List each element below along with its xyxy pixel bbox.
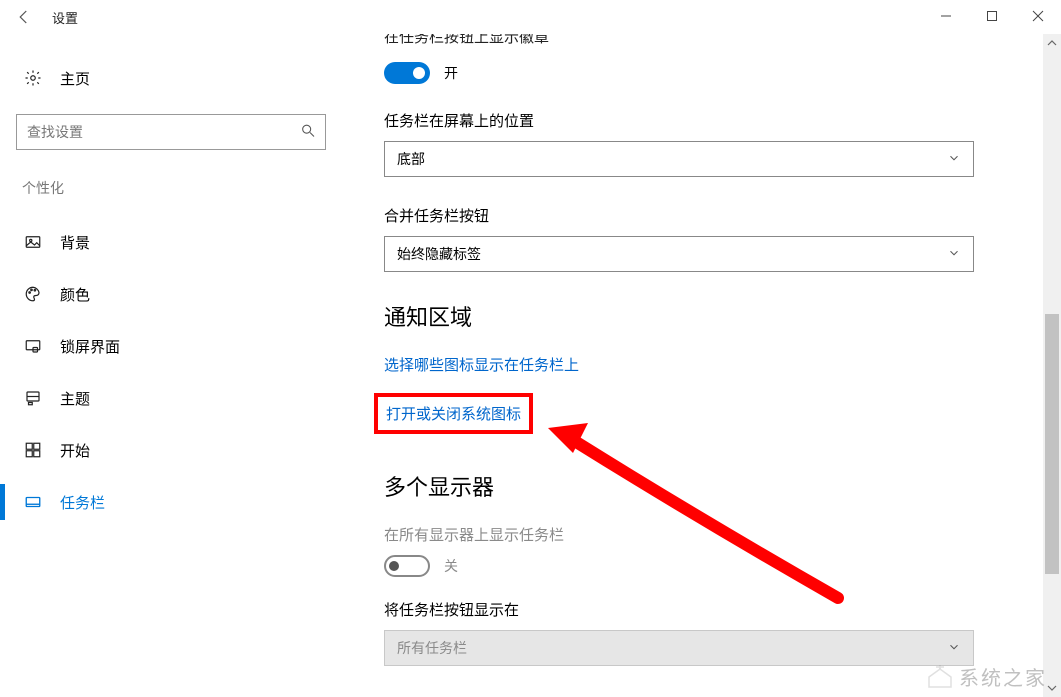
sidebar-home-label: 主页 (60, 68, 90, 89)
label-combine-buttons: 合并任务栏按钮 (384, 205, 952, 226)
window-controls (923, 0, 1061, 32)
sidebar-item-label: 主题 (60, 388, 90, 409)
sidebar-item-label: 背景 (60, 232, 90, 253)
setting-label-badges: 在任务栏按钮上显示徽章 (384, 34, 952, 44)
close-button[interactable] (1015, 0, 1061, 32)
chevron-down-icon (947, 640, 961, 657)
palette-icon (22, 285, 44, 303)
select-value: 始终隐藏标签 (397, 244, 481, 264)
select-combine-buttons[interactable]: 始终隐藏标签 (384, 236, 974, 272)
select-taskbar-position[interactable]: 底部 (384, 141, 974, 177)
search-icon (300, 123, 316, 142)
sidebar-item-start[interactable]: 开始 (16, 424, 326, 476)
gear-icon (22, 69, 44, 87)
link-system-icons[interactable]: 打开或关闭系统图标 (386, 403, 521, 424)
label-show-on-all-displays: 在所有显示器上显示任务栏 (384, 524, 952, 545)
start-icon (22, 441, 44, 459)
window-titlebar: 设置 (0, 0, 1061, 34)
label-show-buttons-on: 将任务栏按钮显示在 (384, 599, 952, 620)
toggle-badges[interactable] (384, 62, 430, 84)
label-taskbar-position: 任务栏在屏幕上的位置 (384, 110, 952, 131)
maximize-button[interactable] (969, 0, 1015, 32)
picture-icon (22, 233, 44, 251)
scrollbar-thumb[interactable] (1045, 314, 1059, 574)
window-title: 设置 (52, 8, 78, 27)
sidebar: 主页 个性化 背景 颜色 (0, 34, 342, 697)
toggle-badges-state: 开 (444, 63, 458, 83)
annotation-highlight: 打开或关闭系统图标 (374, 393, 533, 434)
link-select-taskbar-icons[interactable]: 选择哪些图标显示在任务栏上 (384, 354, 579, 375)
select-show-buttons-on: 所有任务栏 (384, 630, 974, 666)
chevron-down-icon (947, 151, 961, 168)
sidebar-category: 个性化 (16, 178, 326, 198)
toggle-badges-row: 开 (384, 62, 952, 84)
toggle-multi-row: 关 (384, 555, 952, 577)
search-input[interactable] (16, 114, 326, 150)
back-button[interactable] (10, 3, 38, 31)
sidebar-item-background[interactable]: 背景 (16, 216, 326, 268)
sidebar-item-theme[interactable]: 主题 (16, 372, 326, 424)
chevron-down-icon (947, 246, 961, 263)
sidebar-home[interactable]: 主页 (16, 56, 326, 100)
minimize-button[interactable] (923, 0, 969, 32)
sidebar-list: 背景 颜色 锁屏界面 主题 (16, 216, 326, 528)
section-multiple-displays: 多个显示器 (384, 470, 952, 502)
sidebar-item-lockscreen[interactable]: 锁屏界面 (16, 320, 326, 372)
toggle-multi-state: 关 (444, 556, 458, 576)
sidebar-item-label: 颜色 (60, 284, 90, 305)
theme-icon (22, 389, 44, 407)
section-notification-area: 通知区域 (384, 300, 952, 332)
lockscreen-icon (22, 337, 44, 355)
select-value: 所有任务栏 (397, 638, 467, 658)
sidebar-item-label: 锁屏界面 (60, 336, 120, 357)
search-wrap (16, 114, 326, 150)
sidebar-item-label: 任务栏 (60, 492, 105, 513)
vertical-scrollbar[interactable] (1043, 34, 1061, 697)
scroll-down-icon[interactable] (1043, 679, 1061, 697)
sidebar-item-color[interactable]: 颜色 (16, 268, 326, 320)
taskbar-icon (22, 493, 44, 511)
toggle-multi-display[interactable] (384, 555, 430, 577)
sidebar-item-label: 开始 (60, 440, 90, 461)
select-value: 底部 (397, 149, 425, 169)
sidebar-item-taskbar[interactable]: 任务栏 (16, 476, 326, 528)
content-area: 在任务栏按钮上显示徽章 开 任务栏在屏幕上的位置 底部 合并任务栏按钮 始终隐藏… (342, 34, 1061, 697)
scroll-up-icon[interactable] (1043, 34, 1061, 52)
